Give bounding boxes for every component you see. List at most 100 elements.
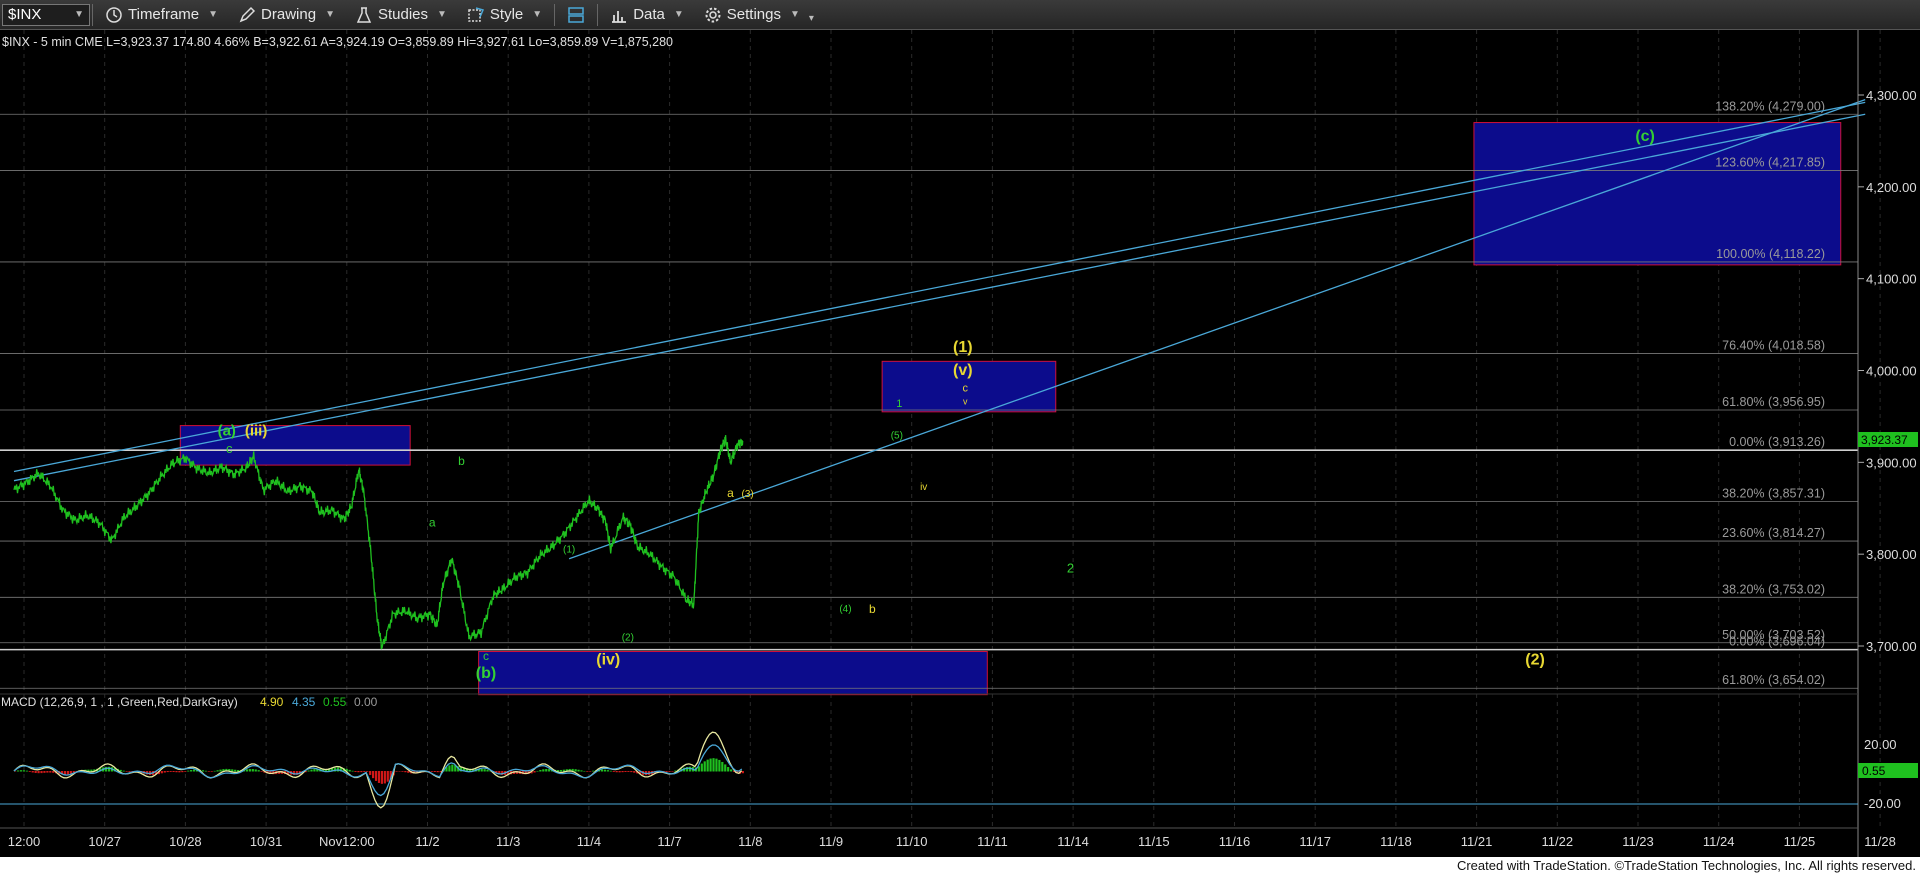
macd-histogram-bar: [580, 770, 583, 772]
macd-histogram-bar: [363, 771, 366, 772]
macd-histogram-bar: [483, 769, 486, 772]
macd-histogram-bar: [187, 770, 190, 772]
macd-histogram-bar: [741, 771, 744, 774]
fib-level-label: 61.80% (3,654.02): [1722, 673, 1825, 687]
fib-level-label: 38.20% (3,857.31): [1722, 487, 1825, 501]
macd-histogram-bar: [665, 771, 668, 772]
macd-histogram-bar: [128, 771, 131, 772]
chevron-down-icon: ▼: [74, 9, 84, 20]
fib-level-label: 0.00% (3,696.04): [1729, 635, 1825, 649]
macd-histogram-bar: [210, 771, 213, 772]
macd-histogram-bar: [559, 769, 563, 772]
macd-histogram-bar: [107, 766, 111, 772]
macd-histogram-bar: [22, 770, 26, 772]
price-chart[interactable]: 138.20% (4,279.00) 123.60% (4,217.85) 100.…: [0, 30, 1920, 857]
macd-histogram-bar: [377, 771, 381, 783]
studies-button[interactable]: Studies ▼: [345, 0, 457, 30]
macd-histogram-bar: [69, 771, 72, 774]
wave-label: (1): [563, 544, 575, 555]
macd-histogram-bar: [600, 769, 604, 772]
price-axis-label: 3,800.00: [1866, 547, 1917, 562]
macd-histogram-bar: [589, 771, 592, 772]
macd-histogram-bar: [395, 771, 398, 772]
drawing-label: Drawing: [261, 6, 317, 23]
macd-histogram-bar: [539, 769, 542, 772]
macd-histogram-value: 0.55: [323, 695, 347, 709]
time-axis-label: 10/31: [250, 834, 283, 849]
style-button[interactable]: Style ▼: [457, 0, 552, 30]
price-axis-label: 4,300.00: [1866, 88, 1917, 103]
time-axis-label: 11/18: [1380, 834, 1412, 849]
macd-histogram-bar: [307, 770, 310, 772]
style-icon: [468, 6, 484, 22]
macd-histogram-bar: [633, 771, 636, 773]
macd-histogram-bar: [586, 771, 589, 772]
macd-label: MACD (12,26,9, 1 , 1 ,Green,Red,DarkGray…: [1, 695, 238, 709]
time-axis-label: 11/28: [1864, 834, 1896, 849]
time-axis-label: 11/24: [1703, 834, 1735, 849]
wave-label: b: [458, 454, 465, 468]
price-axis-label: 4,200.00: [1866, 180, 1917, 195]
macd-histogram-bar: [219, 769, 222, 772]
macd-histogram-bar: [175, 771, 178, 773]
macd-histogram-bar: [366, 771, 369, 772]
drawing-button[interactable]: Drawing ▼: [228, 0, 345, 30]
macd-histogram-bar: [184, 771, 187, 772]
macd-histogram-bar: [706, 759, 709, 772]
macd-histogram-bar: [542, 769, 545, 772]
chevron-down-icon: ▼: [673, 9, 684, 20]
time-axis-label: 11/9: [819, 834, 843, 849]
time-axis-label: 11/16: [1219, 834, 1251, 849]
macd-histogram-bar: [260, 771, 263, 772]
wave-label: a: [727, 486, 734, 500]
time-axis-label: 10/27: [88, 834, 121, 849]
macd-histogram-bar: [181, 771, 184, 773]
macd-histogram-bar: [254, 769, 257, 772]
macd-histogram-bar: [615, 771, 618, 773]
macd-histogram-bar: [374, 771, 378, 781]
time-axis-label: 11/3: [496, 834, 520, 849]
fib-level-label: 138.20% (4,279.00): [1715, 99, 1825, 113]
time-axis-label: 11/25: [1784, 834, 1816, 849]
macd-histogram-bar: [25, 770, 28, 772]
macd-histogram-bar: [52, 771, 55, 773]
macd-histogram-bar: [703, 761, 706, 772]
macd-histogram-bar: [360, 771, 363, 773]
fib-level-label: 100.00% (4,118.22): [1716, 247, 1825, 261]
time-axis-label: 11/15: [1138, 834, 1170, 849]
symbol-selector[interactable]: $INX ▼: [2, 3, 90, 26]
macd-histogram-bar: [700, 763, 703, 772]
toolbar: $INX ▼ Timeframe ▼ Drawing ▼ Studies ▼ S…: [0, 0, 1920, 30]
macd-histogram-bar: [354, 771, 357, 772]
chart-header-info: $INX - 5 min CME L=3,923.37 174.80 4.66%…: [2, 35, 673, 49]
macd-histogram-bar: [310, 769, 313, 772]
fib-level-label: 123.60% (4,217.85): [1715, 155, 1825, 169]
macd-histogram-bar: [612, 771, 615, 772]
macd-histogram-bar: [548, 769, 551, 772]
data-button[interactable]: Data ▼: [600, 0, 694, 30]
macd-histogram-bar: [351, 770, 354, 772]
macd-histogram-bar: [383, 771, 386, 784]
macd-histogram-bar: [724, 764, 727, 772]
time-axis-label: 11/21: [1461, 834, 1493, 849]
wave-label: (iv): [596, 651, 620, 668]
macd-histogram-bar: [436, 771, 439, 773]
toolbar-divider: [554, 3, 556, 26]
timeframe-button[interactable]: Timeframe ▼: [95, 0, 228, 30]
macd-histogram-bar: [380, 771, 384, 784]
macd-histogram-bar: [577, 769, 580, 772]
macd-histogram-bar: [369, 771, 372, 775]
wave-label: (iii): [245, 423, 268, 440]
wave-label: 2: [1067, 561, 1074, 576]
macd-histogram-bar: [66, 771, 70, 775]
chevron-down-icon: ▼: [437, 9, 447, 20]
time-axis-label: 11/10: [896, 834, 928, 849]
macd-histogram-bar: [172, 771, 175, 773]
macd-histogram-bar: [574, 769, 577, 772]
time-axis-label: 11/23: [1622, 834, 1654, 849]
macd-histogram-bar: [163, 771, 166, 773]
macd-zero-value: 0.00: [354, 695, 378, 709]
time-axis-label: 11/2: [415, 834, 439, 849]
layout-button[interactable]: [557, 0, 595, 30]
settings-button[interactable]: Settings ▼ ▾: [694, 0, 824, 30]
